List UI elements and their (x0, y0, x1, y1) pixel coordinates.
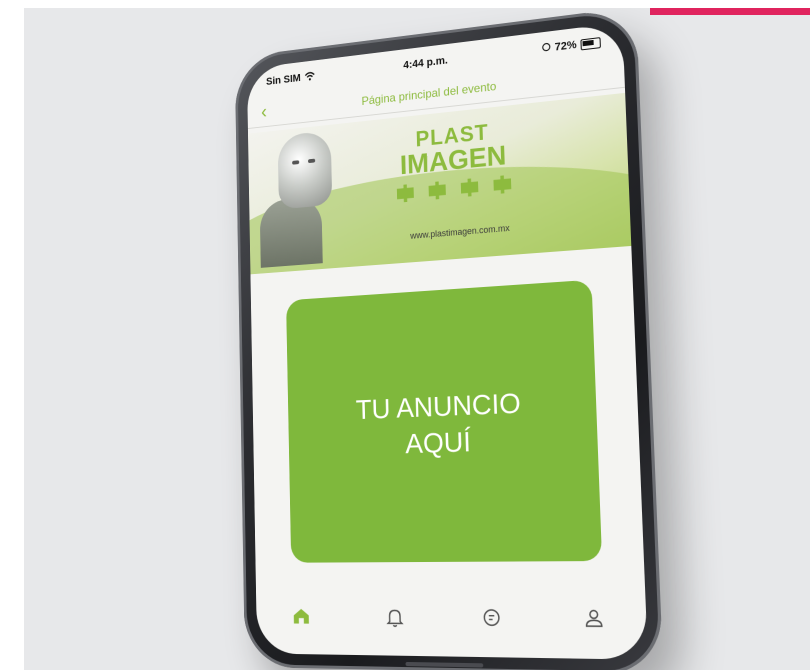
tab-home[interactable] (281, 594, 322, 638)
ad-text: TU ANUNCIO AQUÍ (355, 387, 522, 460)
corner-accent-bar (650, 8, 810, 15)
brand-logo: PLAST IMAGEN (382, 118, 527, 204)
battery-icon (580, 36, 601, 50)
robot-head-image (277, 130, 333, 210)
tab-notifications[interactable] (373, 595, 416, 640)
back-button[interactable]: ‹ (251, 100, 277, 124)
clock: 4:44 p.m. (403, 54, 448, 72)
wifi-icon (304, 70, 315, 83)
user-icon (582, 607, 606, 631)
chat-icon (481, 606, 503, 629)
speaker-grille (405, 661, 484, 668)
tab-messages[interactable] (470, 595, 515, 641)
carrier-label: Sin SIM (265, 72, 301, 88)
battery-percent: 72% (554, 38, 577, 54)
phone-mockup: Sin SIM 4:44 p.m. 72% ‹ Página principal… (234, 8, 664, 670)
bottom-tab-bar (256, 590, 647, 646)
phone-screen: Sin SIM 4:44 p.m. 72% ‹ Página principal… (246, 22, 648, 660)
alarm-icon (542, 42, 551, 55)
home-icon (293, 608, 310, 624)
ad-placeholder-card[interactable]: TU ANUNCIO AQUÍ (286, 279, 603, 563)
tab-profile[interactable] (570, 595, 617, 642)
bell-icon (384, 606, 405, 629)
backdrop: Sin SIM 4:44 p.m. 72% ‹ Página principal… (24, 8, 810, 670)
phone-frame: Sin SIM 4:44 p.m. 72% ‹ Página principal… (234, 8, 664, 670)
